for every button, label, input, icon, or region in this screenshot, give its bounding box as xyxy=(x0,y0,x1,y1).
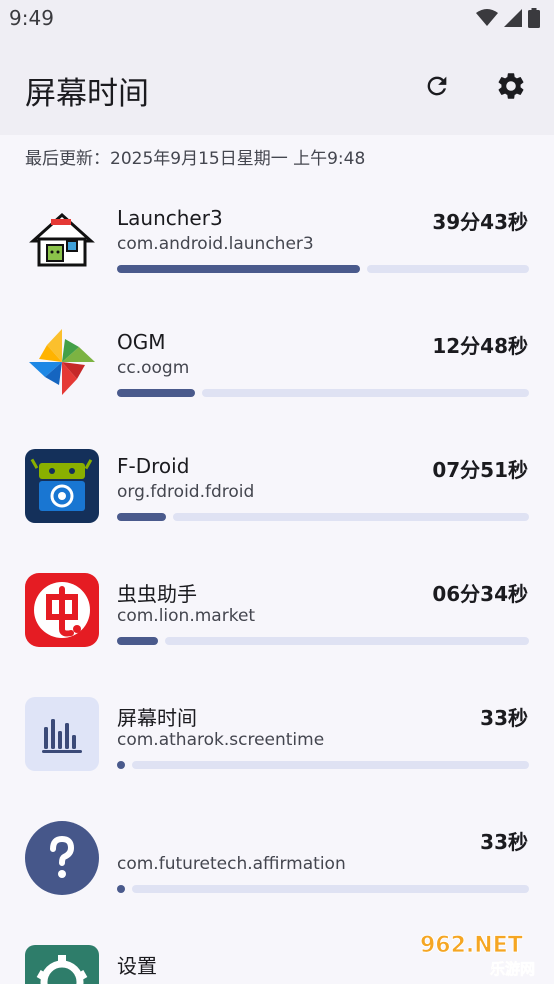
chongchong-icon xyxy=(25,573,99,647)
usage-progress-bar xyxy=(117,637,529,645)
last-updated-text: 最后更新：2025年9月15日星期一 上午9:48 xyxy=(25,149,366,169)
fdroid-robot-icon xyxy=(25,449,99,523)
app-row-fdroid[interactable]: F-Droid org.fdroid.fdroid 07分51秒 xyxy=(0,449,554,573)
app-name: 虫虫助手 xyxy=(117,582,197,606)
usage-progress-rest xyxy=(173,513,529,521)
app-usage-time: 33秒 xyxy=(480,830,528,854)
app-usage-time: 12分48秒 xyxy=(432,334,528,358)
app-name: OGM xyxy=(117,330,166,354)
usage-progress-fill xyxy=(117,885,125,893)
battery-icon xyxy=(528,8,540,28)
usage-progress-bar xyxy=(117,885,529,893)
ogm-pinwheel-icon xyxy=(25,325,99,399)
page-title: 屏幕时间 xyxy=(25,76,149,112)
watermark-subtext: 乐游网 xyxy=(490,960,535,978)
gear-icon xyxy=(498,73,524,99)
app-usage-time: 07分51秒 xyxy=(432,458,528,482)
usage-progress-bar xyxy=(117,513,529,521)
settings-gear-app-icon xyxy=(25,945,99,984)
refresh-button[interactable] xyxy=(419,68,455,104)
app-row-chongchong[interactable]: 虫虫助手 com.lion.market 06分34秒 xyxy=(0,573,554,697)
usage-progress-rest xyxy=(132,885,529,893)
status-bar: 9:49 xyxy=(0,0,554,36)
question-mark-icon xyxy=(25,821,99,895)
app-usage-time: 06分34秒 xyxy=(432,582,528,606)
usage-progress-fill xyxy=(117,637,158,645)
usage-progress-fill xyxy=(117,265,360,273)
usage-progress-fill xyxy=(117,513,166,521)
wifi-icon xyxy=(476,9,498,26)
app-name: 设置 xyxy=(117,954,157,978)
app-row-ogm[interactable]: OGM cc.oogm 12分48秒 xyxy=(0,325,554,449)
app-name: Launcher3 xyxy=(117,206,223,230)
app-package: com.atharok.screentime xyxy=(117,730,325,750)
usage-progress-bar xyxy=(117,761,529,769)
usage-progress-rest xyxy=(367,265,529,273)
usage-progress-bar xyxy=(117,389,529,397)
bar-chart-icon xyxy=(25,697,99,771)
app-row-launcher3[interactable]: Launcher3 com.android.launcher3 39分43秒 xyxy=(0,201,554,325)
app-row-screentime[interactable]: 屏幕时间 com.atharok.screentime 33秒 xyxy=(0,697,554,821)
usage-progress-bar xyxy=(117,265,529,273)
watermark-text: 962.NET xyxy=(420,933,523,958)
usage-progress-fill xyxy=(117,761,125,769)
usage-progress-rest xyxy=(132,761,529,769)
status-icons xyxy=(476,8,540,28)
status-time: 9:49 xyxy=(9,6,54,30)
app-usage-time: 39分43秒 xyxy=(432,210,528,234)
top-app-bar: 屏幕时间 xyxy=(0,36,554,135)
settings-button[interactable] xyxy=(493,68,529,104)
app-package: com.futuretech.affirmation xyxy=(117,854,346,874)
app-row-affirmation[interactable]: com.futuretech.affirmation 33秒 xyxy=(0,821,554,945)
launcher3-house-icon xyxy=(25,201,99,275)
app-package: org.fdroid.fdroid xyxy=(117,482,255,502)
cell-signal-icon xyxy=(504,9,522,27)
app-name: F-Droid xyxy=(117,454,190,478)
watermark-logo: 962.NET 乐游网 xyxy=(416,930,548,980)
app-usage-time: 33秒 xyxy=(480,706,528,730)
app-package: com.android.launcher3 xyxy=(117,234,314,254)
app-name: 屏幕时间 xyxy=(117,706,197,730)
usage-progress-rest xyxy=(202,389,529,397)
app-package: cc.oogm xyxy=(117,358,190,378)
app-package: com.lion.market xyxy=(117,606,256,626)
usage-progress-fill xyxy=(117,389,195,397)
refresh-icon xyxy=(427,76,447,96)
usage-progress-rest xyxy=(165,637,529,645)
